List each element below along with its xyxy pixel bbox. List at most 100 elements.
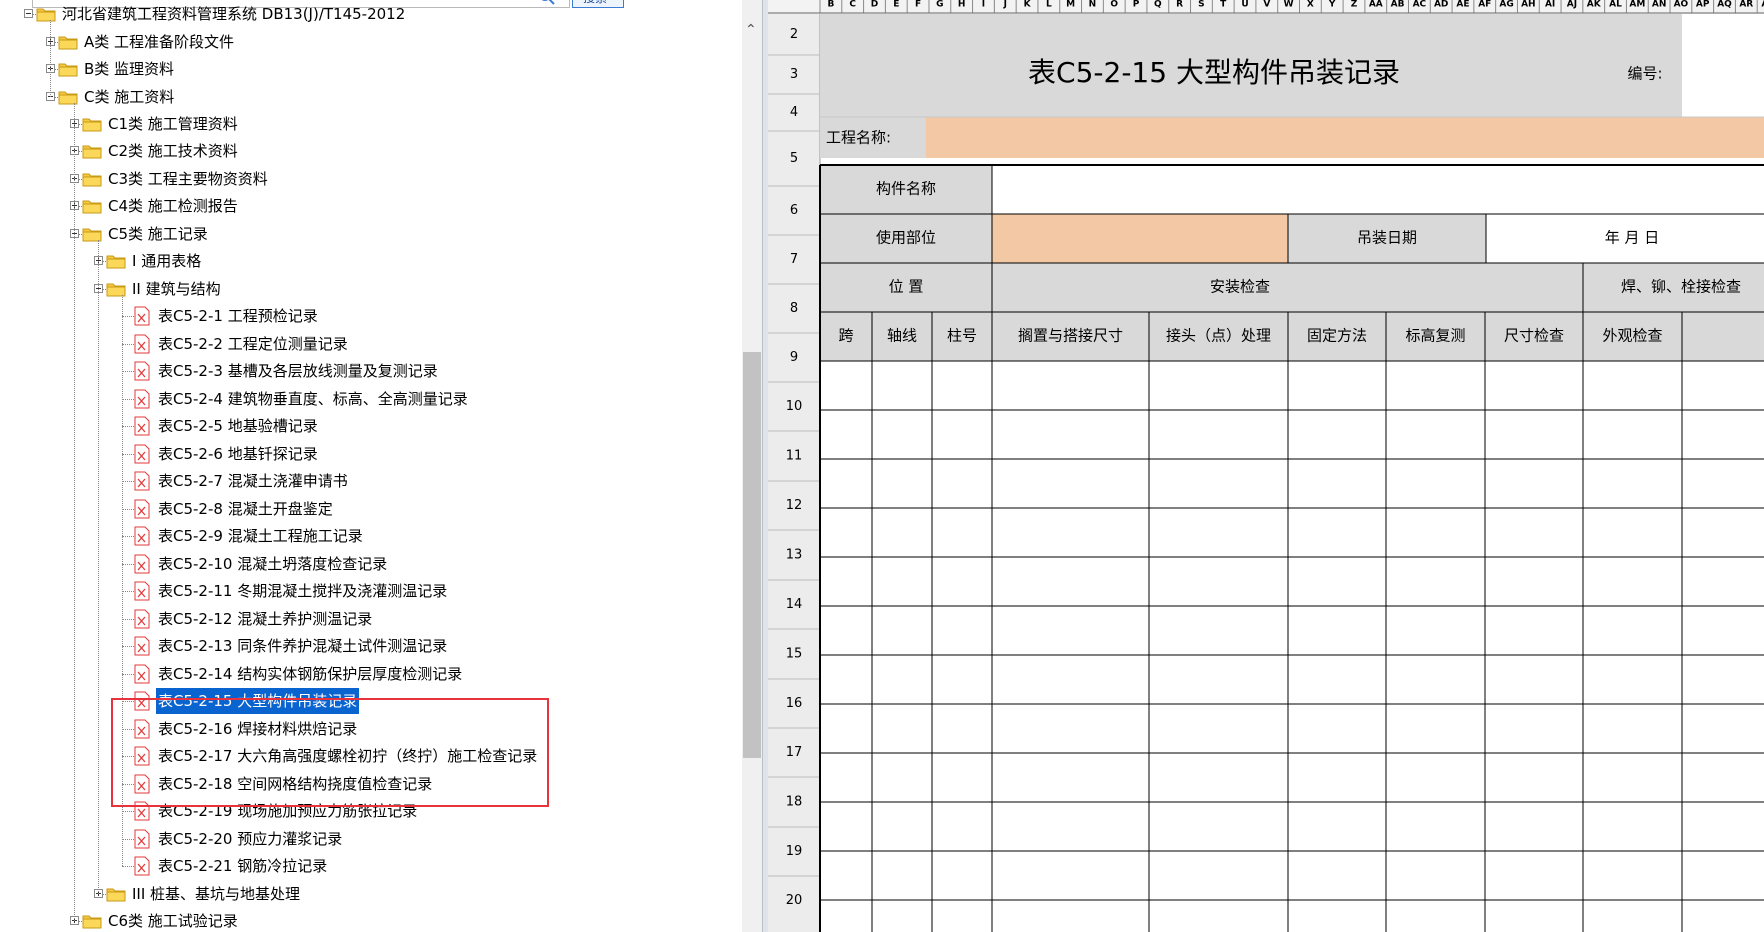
tree-item-folder[interactable]: C2类 施工技术资料 bbox=[0, 138, 680, 164]
folder-icon bbox=[82, 912, 102, 929]
tree-connector bbox=[98, 240, 99, 894]
tree-item-document[interactable]: 表C5-2-12 混凝土养护测温记录 bbox=[0, 606, 680, 632]
excel-doc-icon bbox=[134, 361, 150, 381]
row-number: 14 bbox=[786, 597, 803, 612]
number-value-cell bbox=[1682, 14, 1764, 117]
sub-header: 搁置与搭接尺寸 bbox=[1018, 327, 1123, 345]
tree-item-document[interactable]: 表C5-2-3 基槽及各层放线测量及复测记录 bbox=[0, 358, 680, 384]
tree-item-document[interactable]: 表C5-2-14 结构实体钢筋保护层厚度检测记录 bbox=[0, 661, 680, 687]
excel-doc-icon bbox=[134, 581, 150, 601]
column-letter: AQ bbox=[1717, 0, 1732, 10]
column-letter: R bbox=[1176, 0, 1183, 10]
excel-doc-icon bbox=[134, 389, 150, 409]
folder-icon bbox=[82, 115, 102, 132]
tree-item-document[interactable]: 表C5-2-5 地基验槽记录 bbox=[0, 413, 680, 439]
scroll-up-arrow-icon[interactable]: ⌃ bbox=[745, 22, 757, 38]
excel-doc-icon bbox=[134, 829, 150, 849]
number-label: 编号: bbox=[1627, 65, 1662, 83]
row-number: 3 bbox=[790, 67, 798, 82]
tree-item-label: C1类 施工管理资料 bbox=[108, 115, 238, 133]
usage-location-label: 使用部位 bbox=[876, 229, 936, 247]
tree-item-folder[interactable]: A类 工程准备阶段文件 bbox=[0, 29, 680, 55]
column-letter: D bbox=[871, 0, 878, 10]
tree-item-document[interactable]: 表C5-2-13 同条件养护混凝土试件测温记录 bbox=[0, 633, 680, 659]
tree-item-document[interactable]: 表C5-2-6 地基钎探记录 bbox=[0, 441, 680, 467]
tree-item-folder[interactable]: C6类 施工试验记录 bbox=[0, 908, 680, 932]
tree-item-document[interactable]: 表C5-2-1 工程预检记录 bbox=[0, 303, 680, 329]
tree-item-document[interactable]: 表C5-2-2 工程定位测量记录 bbox=[0, 331, 680, 357]
lifting-date-label: 吊装日期 bbox=[1357, 229, 1417, 247]
tree-item-folder[interactable]: C类 施工资料 bbox=[0, 84, 680, 110]
lifting-date-value: 年 月 日 bbox=[1605, 229, 1660, 247]
folder-icon bbox=[58, 88, 78, 105]
tree-connector bbox=[74, 103, 75, 921]
tree-item-document[interactable]: 表C5-2-10 混凝土坍落度检查记录 bbox=[0, 551, 680, 577]
column-letter: I bbox=[982, 0, 985, 10]
project-name-input bbox=[926, 117, 1764, 158]
row-number: 12 bbox=[786, 498, 803, 513]
tree-item-folder[interactable]: II 建筑与结构 bbox=[0, 276, 680, 302]
collapse-icon[interactable] bbox=[24, 9, 33, 18]
folder-icon bbox=[82, 142, 102, 159]
tree-item-folder[interactable]: I 通用表格 bbox=[0, 248, 680, 274]
column-letter: N bbox=[1089, 0, 1097, 10]
spreadsheet[interactable]: B C D E F G H I J K L M N O P Q R S T U V W X Y Z AA AB AC AD AE AF AG A… bbox=[768, 0, 1764, 932]
excel-doc-icon bbox=[134, 444, 150, 464]
tree-item-label: 表C5-2-4 建筑物垂直度、标高、全高测量记录 bbox=[158, 390, 468, 408]
tree-item-folder[interactable]: C3类 工程主要物资资料 bbox=[0, 166, 680, 192]
column-letter: AN bbox=[1652, 0, 1667, 10]
row-number: 19 bbox=[786, 844, 803, 859]
column-letter: M bbox=[1066, 0, 1075, 10]
tree-item-document[interactable]: 表C5-2-11 冬期混凝土搅拌及浇灌测温记录 bbox=[0, 578, 680, 604]
folder-icon bbox=[106, 252, 126, 269]
excel-doc-icon bbox=[134, 499, 150, 519]
sub-header: 标高复测 bbox=[1405, 327, 1465, 345]
scroll-thumb[interactable] bbox=[743, 352, 761, 758]
row-number: 7 bbox=[790, 252, 798, 267]
column-letter: V bbox=[1263, 0, 1270, 10]
tree-item-document[interactable]: 表C5-2-9 混凝土工程施工记录 bbox=[0, 523, 680, 549]
sub-header: 尺寸检查 bbox=[1504, 327, 1564, 345]
tree-item-document[interactable]: 表C5-2-8 混凝土开盘鉴定 bbox=[0, 496, 680, 522]
tree-item-label: 表C5-2-7 混凝土浇灌申请书 bbox=[158, 472, 348, 490]
tree-item-folder[interactable]: III 桩基、基坑与地基处理 bbox=[0, 881, 680, 907]
folder-icon bbox=[58, 33, 78, 50]
excel-doc-icon bbox=[134, 306, 150, 326]
install-check-header: 安装检查 bbox=[1210, 278, 1270, 296]
tree-item-document[interactable]: 表C5-2-20 预应力灌浆记录 bbox=[0, 826, 680, 852]
column-letter: AH bbox=[1521, 0, 1536, 10]
tree-item-document[interactable]: 表C5-2-4 建筑物垂直度、标高、全高测量记录 bbox=[0, 386, 680, 412]
row-number: 13 bbox=[786, 548, 803, 563]
excel-doc-icon bbox=[134, 526, 150, 546]
excel-doc-icon bbox=[134, 334, 150, 354]
column-letter: J bbox=[1003, 0, 1007, 10]
tree-item-document[interactable]: 表C5-2-7 混凝土浇灌申请书 bbox=[0, 468, 680, 494]
tree-item-folder[interactable]: C1类 施工管理资料 bbox=[0, 111, 680, 137]
column-letter: Q bbox=[1154, 0, 1162, 10]
row-number: 20 bbox=[786, 893, 803, 908]
row-number: 10 bbox=[786, 399, 803, 414]
row-number: 8 bbox=[790, 301, 798, 316]
row-number: 2 bbox=[790, 27, 798, 42]
sub-header: 跨 bbox=[838, 327, 853, 345]
excel-doc-icon bbox=[134, 856, 150, 876]
column-letter: AM bbox=[1629, 0, 1645, 10]
tree-panel: 搜索 河北省建筑工程资料管理系统 DB13(J)/T145-2012A类 工程准… bbox=[0, 0, 680, 932]
tree-item-folder[interactable]: B类 监理资料 bbox=[0, 56, 680, 82]
column-letter: AE bbox=[1456, 0, 1469, 10]
excel-doc-icon bbox=[134, 416, 150, 436]
tree-item-folder[interactable]: 河北省建筑工程资料管理系统 DB13(J)/T145-2012 bbox=[0, 1, 680, 27]
tree-item-label: 表C5-2-12 混凝土养护测温记录 bbox=[158, 610, 373, 628]
column-letter: AA bbox=[1369, 0, 1383, 10]
position-header: 位 置 bbox=[889, 278, 924, 296]
weld-check-header: 焊、铆、栓接检查 bbox=[1621, 278, 1741, 296]
tree-item-folder[interactable]: C4类 施工检测报告 bbox=[0, 193, 680, 219]
column-letter: AG bbox=[1499, 0, 1513, 10]
tree-item-label: 表C5-2-3 基槽及各层放线测量及复测记录 bbox=[158, 362, 438, 380]
usage-location-input bbox=[992, 214, 1288, 263]
row-number: 16 bbox=[786, 696, 803, 711]
column-letter: K bbox=[1024, 0, 1032, 10]
tree-item-document[interactable]: 表C5-2-21 钢筋冷拉记录 bbox=[0, 853, 680, 879]
row-number: 6 bbox=[790, 203, 798, 218]
tree-item-folder[interactable]: C5类 施工记录 bbox=[0, 221, 680, 247]
